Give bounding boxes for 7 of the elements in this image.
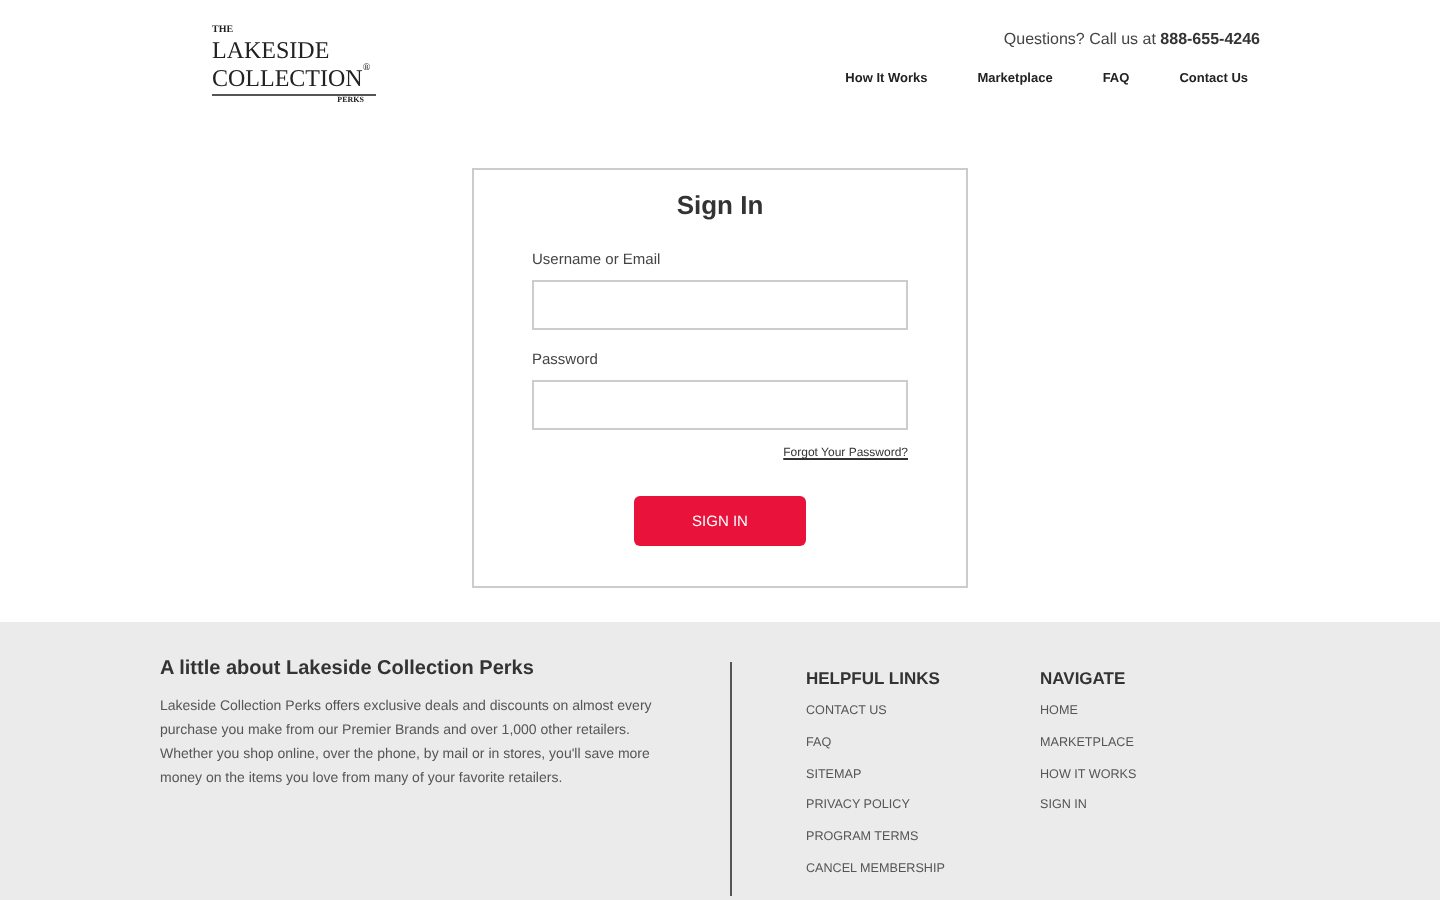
input-field[interactable] xyxy=(532,280,908,330)
footer-heading: NAVIGATE xyxy=(1040,668,1128,688)
input-field[interactable] xyxy=(532,380,908,430)
footer-heading: HELPFUL LINKS xyxy=(806,668,942,688)
contact-text: Questions? Call us at 888-655-4246 xyxy=(1003,30,1260,48)
form-title: Sign In xyxy=(674,190,766,220)
about-title: A little about Lakeside Collection Perks xyxy=(160,658,536,680)
